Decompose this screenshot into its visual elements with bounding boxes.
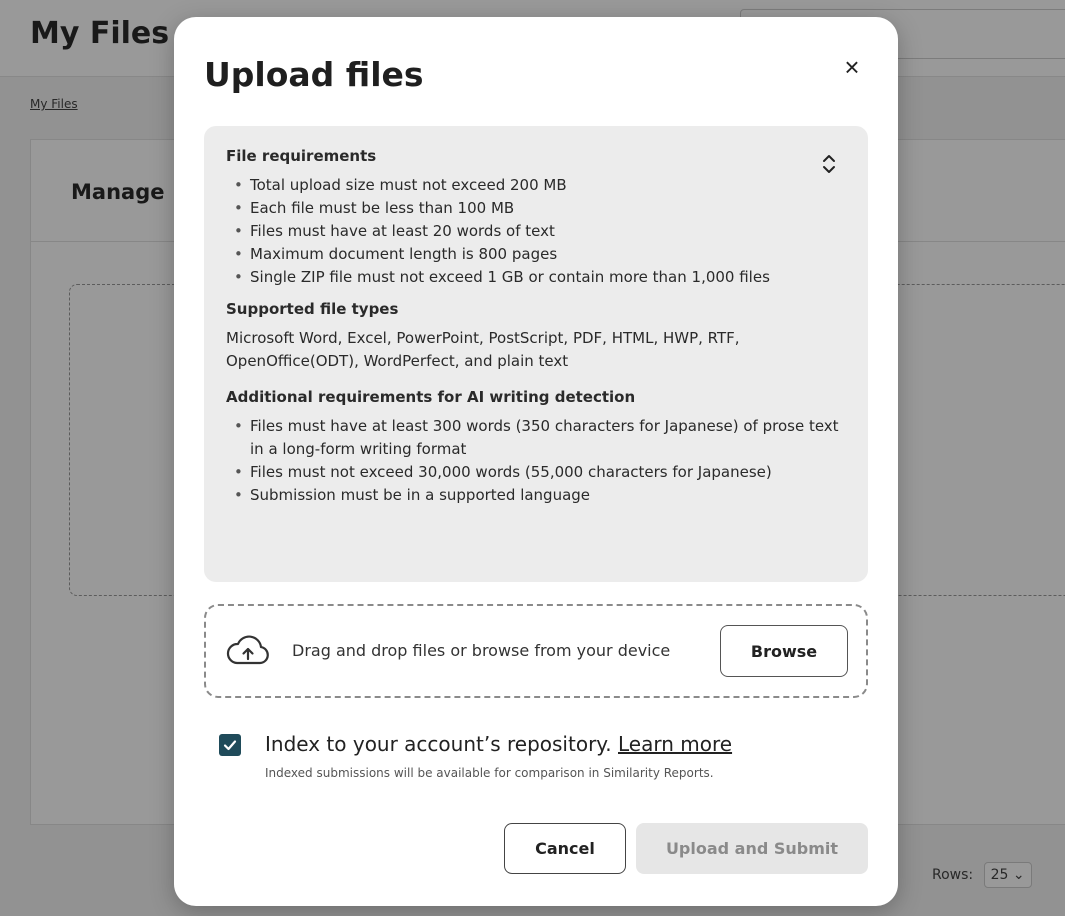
close-button[interactable]: × bbox=[834, 49, 870, 85]
index-label-text: Index to your account’s repository. bbox=[265, 732, 612, 756]
expand-collapse-toggle[interactable] bbox=[820, 152, 838, 176]
supported-types-text: Microsoft Word, Excel, PowerPoint, PostS… bbox=[226, 329, 740, 370]
requirement-item: Each file must be less than 100 MB bbox=[234, 197, 846, 220]
cloud-upload-icon bbox=[226, 635, 269, 665]
file-dropzone[interactable]: Drag and drop files or browse from your … bbox=[204, 604, 868, 698]
file-requirements-panel: File requirements Total upload size must… bbox=[204, 126, 868, 582]
requirement-item: Single ZIP file must not exceed 1 GB or … bbox=[234, 266, 846, 289]
requirement-item: Files must have at least 20 words of tex… bbox=[234, 220, 846, 243]
requirement-item: Total upload size must not exceed 200 MB bbox=[234, 174, 846, 197]
checkmark-icon bbox=[223, 740, 237, 751]
chevron-up-down-icon bbox=[823, 155, 835, 173]
requirement-item: Maximum document length is 800 pages bbox=[234, 243, 846, 266]
index-repository-label: Index to your account’s repository. Lear… bbox=[265, 732, 732, 756]
upload-and-submit-button[interactable]: Upload and Submit bbox=[636, 823, 868, 874]
dialog-title: Upload files bbox=[204, 55, 424, 94]
ai-requirement-item: Submission must be in a supported langua… bbox=[234, 484, 846, 507]
ai-requirements-heading: Additional requirements for AI writing d… bbox=[226, 388, 636, 406]
supported-types-heading: Supported file types bbox=[226, 300, 399, 318]
browse-button[interactable]: Browse bbox=[720, 625, 848, 677]
close-icon: × bbox=[844, 52, 860, 82]
ai-requirement-item: Files must not exceed 30,000 words (55,0… bbox=[234, 461, 846, 484]
dropzone-text: Drag and drop files or browse from your … bbox=[292, 641, 671, 660]
ai-requirement-item: Files must have at least 300 words (350 … bbox=[234, 415, 846, 461]
file-requirements-heading: File requirements bbox=[226, 147, 377, 165]
upload-files-dialog: Upload files × File requirements Total u… bbox=[174, 17, 898, 906]
file-requirements-list: Total upload size must not exceed 200 MB… bbox=[226, 174, 846, 289]
ai-requirements-list: Files must have at least 300 words (350 … bbox=[226, 415, 846, 507]
index-repository-checkbox[interactable] bbox=[219, 734, 241, 756]
index-description: Indexed submissions will be available fo… bbox=[265, 766, 714, 780]
learn-more-link[interactable]: Learn more bbox=[618, 732, 732, 756]
cancel-button[interactable]: Cancel bbox=[504, 823, 626, 874]
